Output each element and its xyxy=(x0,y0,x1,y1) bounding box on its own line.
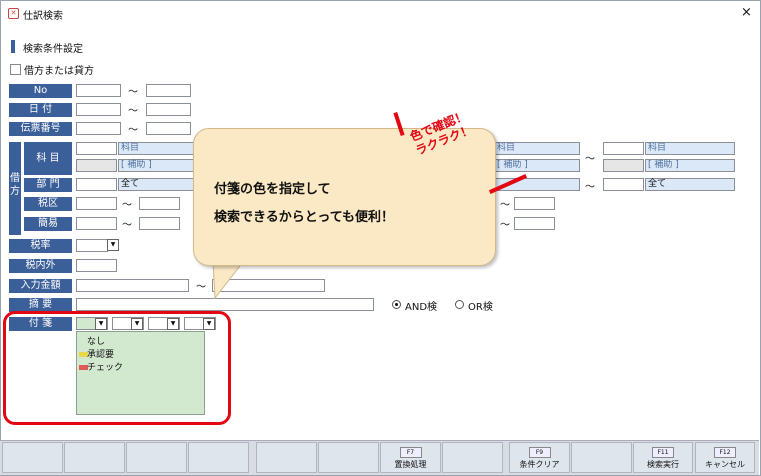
range-tilde: ～ xyxy=(128,106,138,117)
range-tilde: ～ xyxy=(122,200,132,211)
fkey-label: F12 xyxy=(714,447,736,458)
fkey-label: F7 xyxy=(399,447,422,458)
dept-code-input[interactable] xyxy=(76,178,117,191)
or-search-radio[interactable] xyxy=(455,300,464,309)
aux-name-field[interactable]: [ 補助 ] xyxy=(118,159,196,172)
slip-from-input[interactable] xyxy=(76,122,121,135)
callout-line-1: 付箋の色を指定して xyxy=(214,182,331,197)
fkey-label: F11 xyxy=(652,447,674,458)
no-label: No xyxy=(9,84,72,98)
range-tilde: ～ xyxy=(500,200,510,211)
tax-incl-label: 税内外 xyxy=(9,259,72,273)
debit-or-credit-label: 借方または貸方 xyxy=(24,66,94,77)
fkey-text: キャンセル xyxy=(705,460,745,469)
no-from-input[interactable] xyxy=(76,84,121,97)
debit-label: 借方 xyxy=(9,142,21,235)
fkey-4-button[interactable] xyxy=(188,442,249,473)
dept-code-to-input[interactable] xyxy=(603,178,644,191)
amount-from-input[interactable] xyxy=(76,279,189,292)
fkey-label: F9 xyxy=(528,447,551,458)
dept-name-to2-field[interactable]: 全て xyxy=(645,178,735,191)
tax-rate-select[interactable] xyxy=(76,239,108,252)
account-name-field[interactable]: 科目 xyxy=(118,142,196,155)
app-icon: ✕ xyxy=(8,8,19,19)
aux-name-to2-field[interactable]: [ 補助 ] xyxy=(645,159,735,172)
tax-class-right-input[interactable] xyxy=(514,197,555,210)
fkey-1-button[interactable] xyxy=(2,442,63,473)
debit-or-credit-checkbox[interactable] xyxy=(10,64,21,75)
fkey-2-button[interactable] xyxy=(64,442,125,473)
window-title: 仕訳検索 xyxy=(23,11,63,22)
simple-label: 簡易 xyxy=(24,217,72,231)
amount-label: 入力金額 xyxy=(9,279,72,293)
chevron-down-icon[interactable]: ▼ xyxy=(107,239,119,251)
and-search-label: AND検 xyxy=(405,302,438,313)
range-tilde: ～ xyxy=(128,87,138,98)
section-title: 検索条件設定 xyxy=(23,44,83,55)
close-icon[interactable]: × xyxy=(741,5,752,20)
aux-name-to-field[interactable]: [ 補助 ] xyxy=(494,159,580,172)
date-label: 日 付 xyxy=(9,103,72,117)
simple-to-input[interactable] xyxy=(139,217,180,230)
no-to-input[interactable] xyxy=(146,84,191,97)
title-bar: ✕ 仕訳検索 × xyxy=(1,1,760,26)
tax-rate-label: 税率 xyxy=(9,239,72,253)
account-label: 科 目 xyxy=(24,142,72,175)
memo-label: 摘 要 xyxy=(9,298,72,312)
fkey-6-button[interactable] xyxy=(318,442,379,473)
dept-name-field[interactable]: 全て xyxy=(118,178,196,191)
account-name-to2-field[interactable]: 科目 xyxy=(645,142,735,155)
fkey-text: 置換処理 xyxy=(394,460,427,469)
slip-to-input[interactable] xyxy=(146,122,191,135)
range-tilde: ～ xyxy=(585,182,595,193)
fkey-text: 条件クリア xyxy=(519,460,560,469)
simple-right-input[interactable] xyxy=(514,217,555,230)
and-search-radio[interactable] xyxy=(392,300,401,309)
callout-tail xyxy=(212,262,244,300)
cancel-button[interactable]: F12 キャンセル xyxy=(695,442,755,473)
date-from-input[interactable] xyxy=(76,103,121,116)
range-tilde: ～ xyxy=(585,154,595,165)
tax-class-label: 税区 xyxy=(24,197,72,211)
callout-bubble: 付箋の色を指定して 検索できるからとっても便利！ xyxy=(193,128,496,266)
range-tilde: ～ xyxy=(122,220,132,231)
fkey-10-button[interactable] xyxy=(571,442,632,473)
clear-conditions-button[interactable]: F9 条件クリア xyxy=(509,442,570,473)
date-to-input[interactable] xyxy=(146,103,191,116)
account-code-to-input[interactable] xyxy=(603,142,644,155)
tax-class-from-input[interactable] xyxy=(76,197,117,210)
aux-code-input[interactable] xyxy=(76,159,117,172)
range-tilde: ～ xyxy=(128,125,138,136)
simple-from-input[interactable] xyxy=(76,217,117,230)
account-name-to-field[interactable]: 科目 xyxy=(494,142,580,155)
execute-search-button[interactable]: F11 検索実行 xyxy=(633,442,693,473)
section-marker xyxy=(11,40,15,53)
tax-incl-input[interactable] xyxy=(76,259,117,272)
dept-label: 部 門 xyxy=(24,178,72,192)
account-code-input[interactable] xyxy=(76,142,117,155)
fkey-text: 検索実行 xyxy=(647,460,679,469)
replace-button[interactable]: F7 置換処理 xyxy=(380,442,441,473)
tax-class-to-input[interactable] xyxy=(139,197,180,210)
or-search-label: OR検 xyxy=(468,302,493,313)
aux-code-to-input[interactable] xyxy=(603,159,644,172)
fkey-5-button[interactable] xyxy=(256,442,317,473)
fkey-3-button[interactable] xyxy=(126,442,187,473)
range-tilde: ～ xyxy=(500,220,510,231)
slip-label: 伝票番号 xyxy=(9,122,72,136)
highlight-frame xyxy=(3,311,231,425)
callout-line-2: 検索できるからとっても便利！ xyxy=(214,210,395,225)
fkey-8-button[interactable] xyxy=(442,442,503,473)
